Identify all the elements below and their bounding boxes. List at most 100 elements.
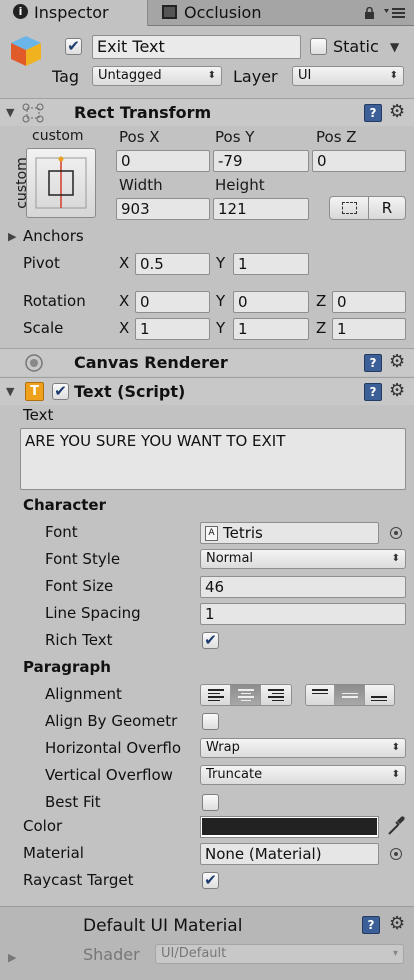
canvas-renderer-title: Canvas Renderer: [74, 353, 228, 372]
align-middle-button[interactable]: [335, 685, 365, 705]
gear-icon[interactable]: ⚙: [389, 382, 405, 400]
width-field[interactable]: 903: [116, 198, 210, 220]
layer-value: UI: [298, 68, 312, 83]
font-asset-icon: A: [205, 526, 218, 541]
rotation-label: Rotation: [23, 292, 86, 310]
align-by-geometry-label: Align By Geometr: [45, 712, 178, 730]
raw-edit-button[interactable]: R: [368, 196, 406, 220]
horizontal-overflow-value: Wrap: [206, 740, 240, 755]
align-right-button[interactable]: [261, 685, 291, 705]
tab-bar: i Inspector Occlusion: [0, 0, 414, 26]
height-label: Height: [215, 176, 265, 194]
material-section: Default UI Material ? ⚙ ▶ Shader UI/Defa…: [0, 906, 414, 980]
pivot-y-label: Y: [216, 254, 226, 272]
tab-occlusion[interactable]: Occlusion: [150, 0, 350, 26]
material-field[interactable]: None (Material): [200, 843, 379, 865]
font-style-dropdown[interactable]: Normal ⬍: [200, 549, 406, 569]
vertical-overflow-dropdown[interactable]: Truncate ⬍: [200, 765, 406, 785]
font-label: Font: [45, 523, 78, 541]
object-picker-dot: [393, 530, 398, 535]
rotation-y-field[interactable]: 0: [233, 291, 309, 313]
text-script-header[interactable]: ▼ T ✔ Text (Script) ? ⚙: [0, 377, 414, 405]
raw-edit-label: R: [381, 199, 393, 217]
gameobject-icon: [8, 33, 44, 69]
help-book-icon[interactable]: ?: [362, 916, 380, 934]
line-spacing-label: Line Spacing: [45, 604, 141, 622]
align-bottom-button[interactable]: [364, 685, 394, 705]
static-checkbox[interactable]: [310, 38, 327, 55]
horizontal-overflow-dropdown[interactable]: Wrap ⬍: [200, 738, 406, 758]
font-size-label: Font Size: [45, 577, 114, 595]
object-picker-icon[interactable]: [390, 527, 402, 539]
tag-value: Untagged: [98, 68, 162, 83]
text-area[interactable]: ARE YOU SURE YOU WANT TO EXIT: [20, 428, 406, 490]
gear-icon[interactable]: ⚙: [389, 353, 405, 371]
anchors-foldout-icon[interactable]: ▶: [8, 230, 16, 243]
text-script-title: Text (Script): [74, 382, 186, 401]
text-component-icon: T: [25, 382, 44, 401]
object-picker-icon[interactable]: [390, 848, 402, 860]
pivot-y-field[interactable]: 1: [233, 253, 309, 275]
height-field[interactable]: 121: [213, 198, 309, 220]
scale-z-field[interactable]: 1: [332, 318, 406, 340]
layer-dropdown[interactable]: UI ⬍: [292, 66, 404, 86]
pos-x-field[interactable]: 0: [116, 150, 210, 172]
pos-z-label: Pos Z: [316, 128, 357, 146]
tab-inspector[interactable]: i Inspector: [0, 0, 148, 26]
scale-x-field[interactable]: 1: [135, 318, 210, 340]
help-book-icon[interactable]: ?: [364, 383, 382, 401]
shader-dropdown[interactable]: UI/Default ▾: [155, 944, 404, 964]
gear-icon[interactable]: ⚙: [389, 915, 405, 933]
align-by-geometry-checkbox[interactable]: [202, 713, 219, 730]
color-swatch[interactable]: [200, 816, 379, 838]
best-fit-label: Best Fit: [45, 793, 101, 811]
rotation-z-field[interactable]: 0: [332, 291, 406, 313]
font-size-field[interactable]: 46: [200, 576, 406, 598]
tag-dropdown[interactable]: Untagged ⬍: [92, 66, 222, 86]
align-left-button[interactable]: [201, 685, 231, 705]
gear-icon[interactable]: ⚙: [389, 103, 405, 121]
best-fit-checkbox[interactable]: [202, 794, 219, 811]
help-book-icon[interactable]: ?: [364, 104, 382, 122]
rich-text-checkbox[interactable]: ✔: [202, 632, 219, 649]
font-field[interactable]: A Tetris: [200, 522, 379, 544]
foldout-expanded-icon[interactable]: ▼: [6, 385, 14, 398]
scale-y-field[interactable]: 1: [233, 318, 309, 340]
canvas-renderer-header[interactable]: Canvas Renderer ? ⚙: [0, 348, 414, 376]
scale-x-label: X: [119, 319, 130, 337]
foldout-expanded-icon[interactable]: ▼: [6, 106, 14, 119]
eyedropper-icon[interactable]: [386, 815, 406, 837]
name-field[interactable]: Exit Text: [92, 35, 301, 59]
menu-icon[interactable]: [384, 6, 406, 20]
rotation-x-field[interactable]: 0: [135, 291, 210, 313]
foldout-collapsed-icon[interactable]: ▶: [8, 951, 16, 964]
updown-icon: ⬍: [391, 742, 400, 753]
pivot-x-label: X: [119, 254, 130, 272]
width-label: Width: [119, 176, 163, 194]
font-value: Tetris: [223, 524, 263, 542]
align-top-button[interactable]: [306, 685, 336, 705]
raycast-target-label: Raycast Target: [23, 871, 134, 889]
color-swatch-fill: [202, 818, 377, 835]
raycast-target-checkbox[interactable]: ✔: [202, 872, 219, 889]
anchors-label[interactable]: Anchors: [23, 227, 84, 245]
scale-label: Scale: [23, 319, 64, 337]
lock-icon[interactable]: [364, 6, 375, 19]
tab-occlusion-label: Occlusion: [184, 3, 262, 22]
pos-y-field[interactable]: -79: [213, 150, 309, 172]
help-book-icon[interactable]: ?: [364, 354, 382, 372]
layer-label: Layer: [233, 67, 278, 86]
active-checkbox[interactable]: ✔: [65, 38, 82, 55]
line-spacing-field[interactable]: 1: [200, 603, 406, 625]
align-center-button[interactable]: [231, 685, 261, 705]
text-enabled-checkbox[interactable]: ✔: [52, 383, 69, 400]
rect-transform-title: Rect Transform: [74, 103, 212, 122]
vertical-overflow-value: Truncate: [206, 767, 263, 782]
rect-transform-header[interactable]: ▼ Rect Transform ? ⚙: [0, 98, 414, 126]
anchor-preset-button[interactable]: [26, 148, 96, 218]
static-dropdown-icon[interactable]: ▼: [390, 40, 399, 54]
pos-z-field[interactable]: 0: [312, 150, 406, 172]
pivot-x-field[interactable]: 0.5: [135, 253, 210, 275]
pivot-label: Pivot: [23, 254, 60, 272]
blueprint-mode-button[interactable]: [329, 196, 369, 220]
